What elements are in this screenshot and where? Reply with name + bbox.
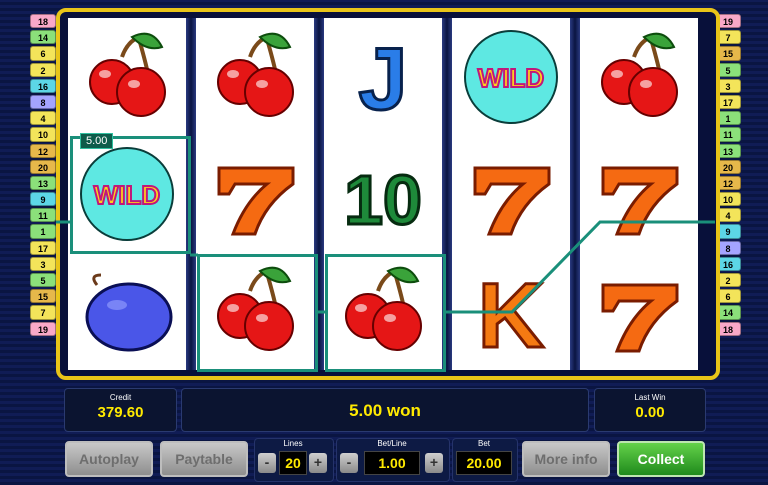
bet-line-increase-button[interactable]: + (425, 453, 443, 473)
bet-label: Bet (477, 439, 490, 448)
win-highlight-1 (70, 136, 191, 254)
credit-label: Credit (109, 393, 132, 402)
more-info-button[interactable]: More info (522, 441, 610, 477)
message-panel: 5.00 won (181, 388, 589, 432)
lines-value: 20 (279, 451, 307, 475)
credit-value: 379.60 (97, 404, 144, 421)
lines-label: Lines (283, 439, 303, 448)
win-highlight-2 (197, 254, 318, 372)
bet-line-label: Bet/Line (377, 439, 407, 448)
collect-button[interactable]: Collect (617, 441, 705, 477)
bet-line-decrease-button[interactable]: - (340, 453, 358, 473)
last-win-value: 0.00 (635, 404, 665, 421)
autoplay-button[interactable]: Autoplay (65, 441, 153, 477)
last-win-label: Last Win (634, 393, 666, 402)
paytable-button[interactable]: Paytable (160, 441, 248, 477)
win-message: 5.00 won (349, 401, 421, 420)
bet-value: 20.00 (456, 451, 512, 475)
lines-decrease-button[interactable]: - (258, 453, 276, 473)
credit-panel: Credit 379.60 (64, 388, 177, 432)
last-win-panel: Last Win 0.00 (594, 388, 706, 432)
win-amount-badge: 5.00 (80, 133, 114, 149)
lines-increase-button[interactable]: + (309, 453, 327, 473)
bet-line-value: 1.00 (364, 451, 420, 475)
win-highlight-3 (325, 254, 446, 372)
